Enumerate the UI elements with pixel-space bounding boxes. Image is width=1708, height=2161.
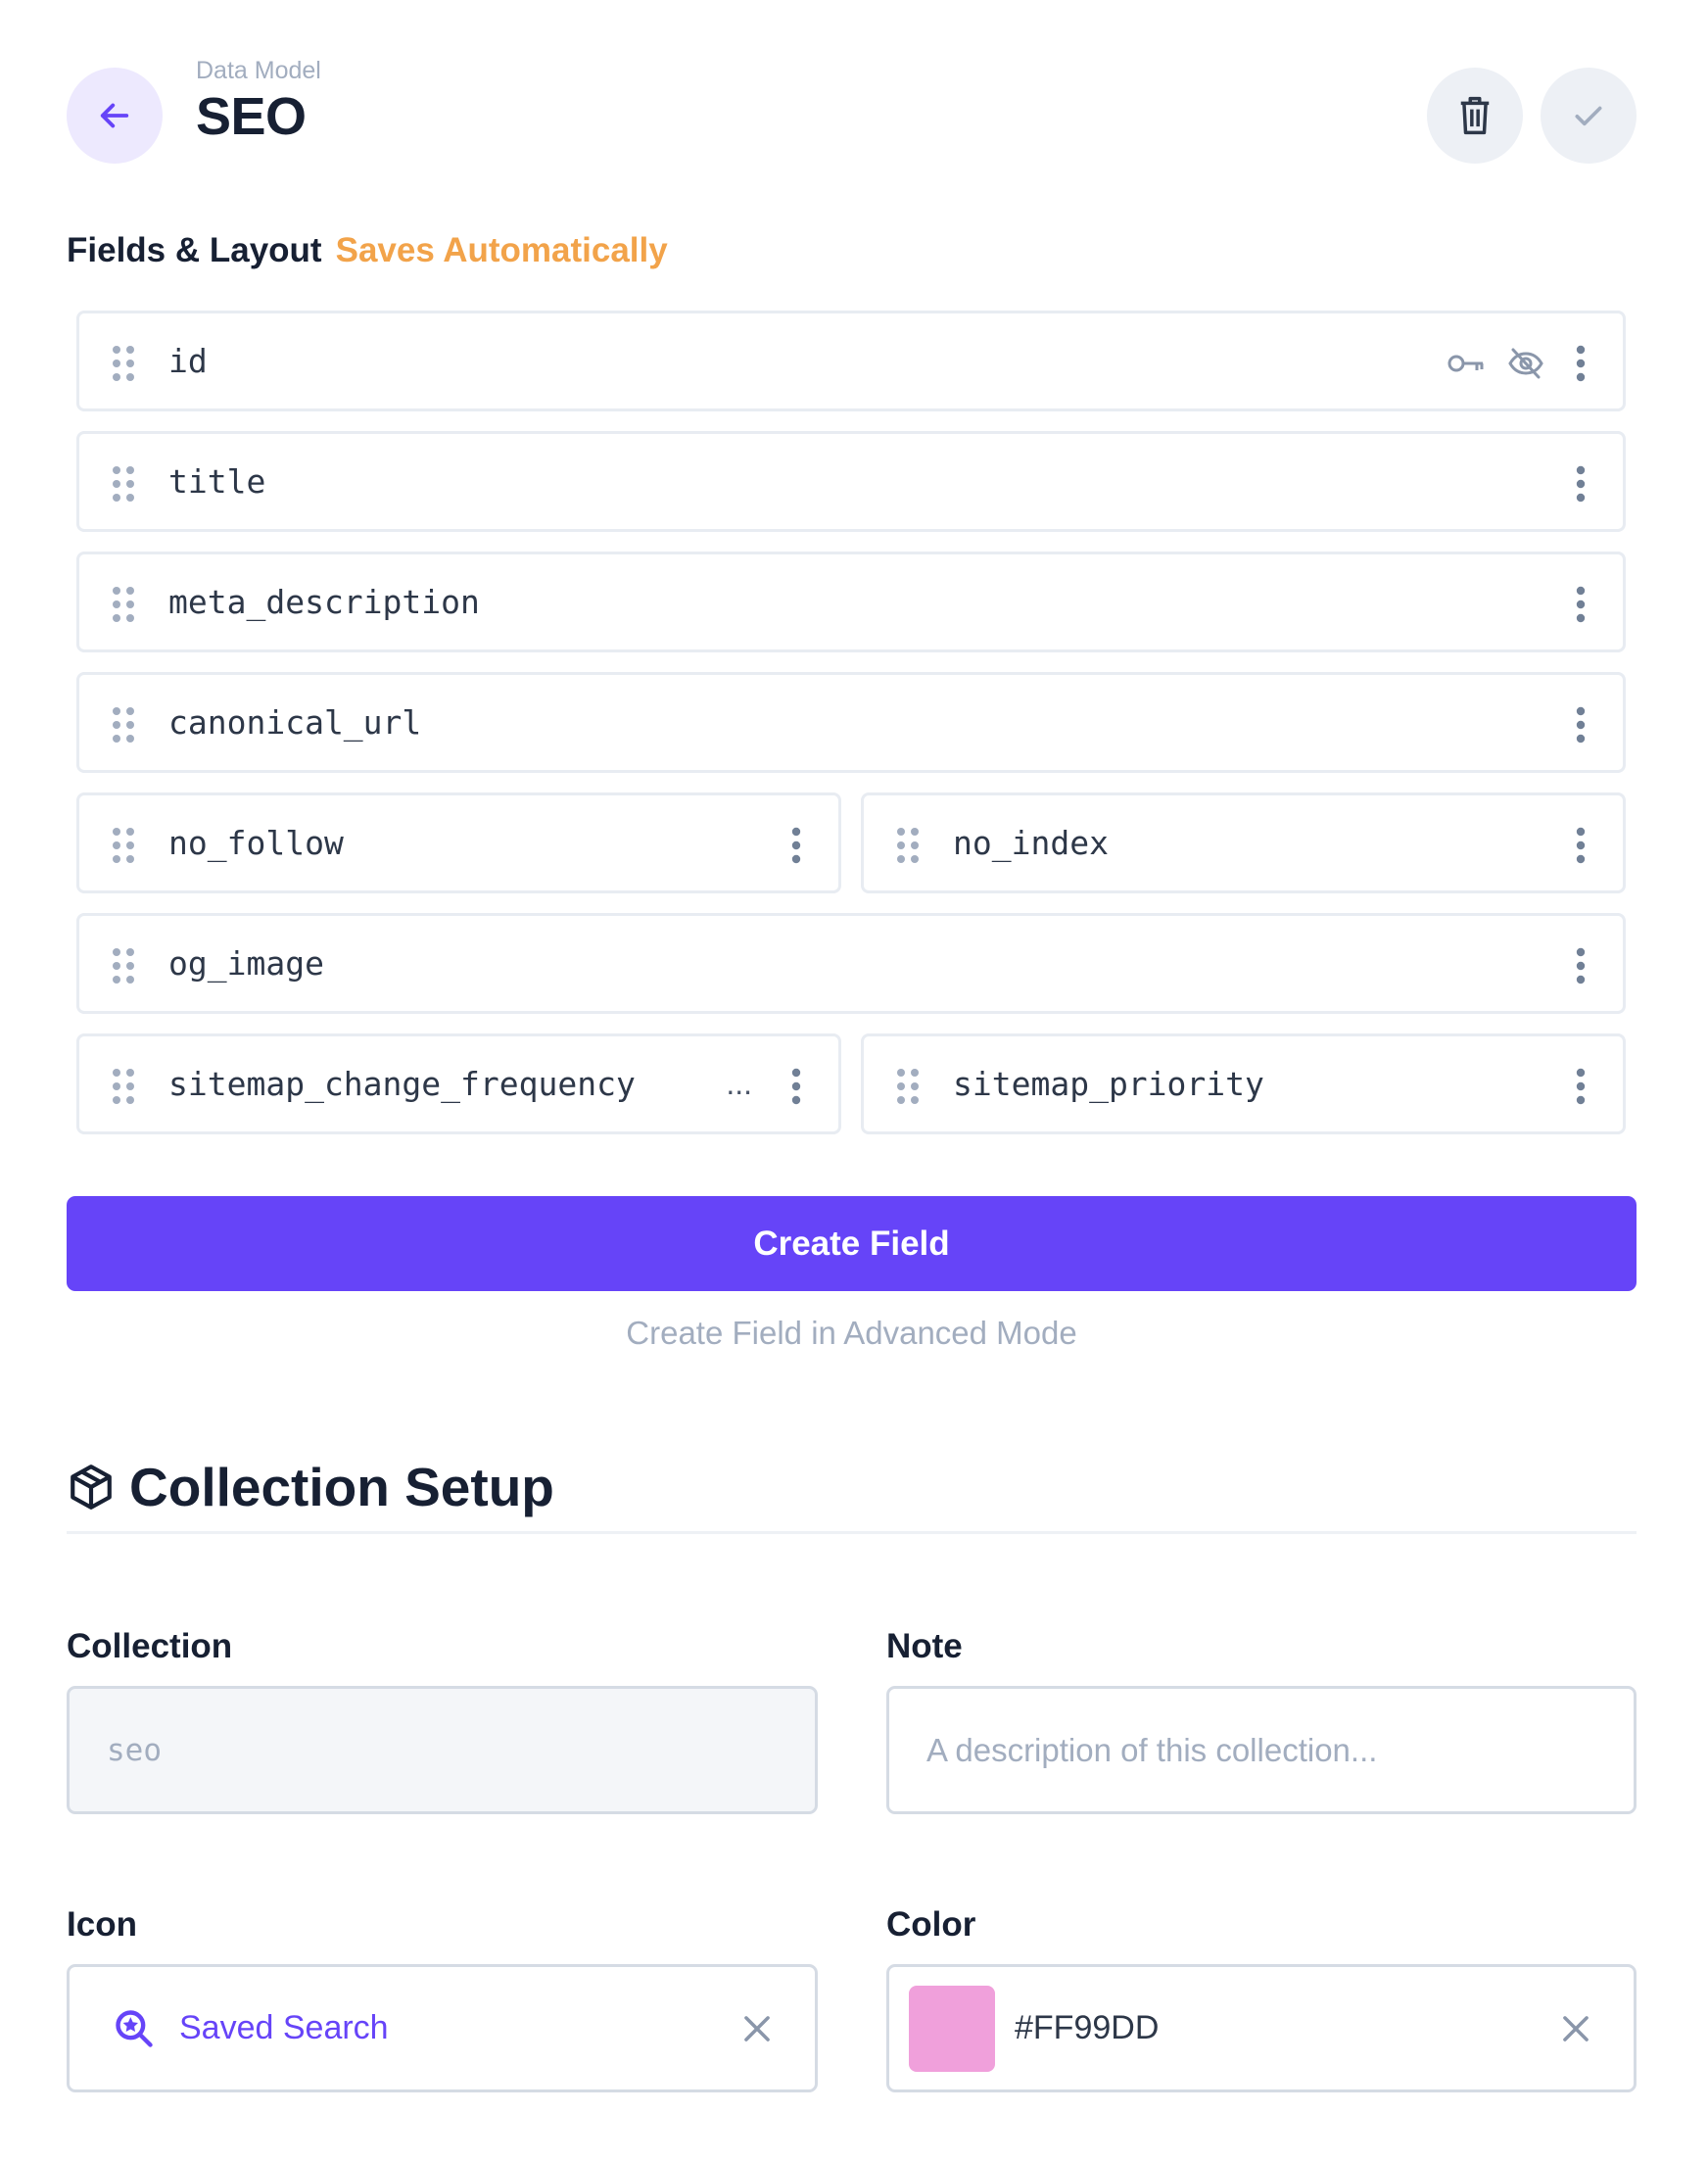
field-row[interactable]: id	[76, 311, 1626, 411]
create-field-advanced-link[interactable]: Create Field in Advanced Mode	[67, 1315, 1637, 1352]
icon-label: Icon	[67, 1905, 137, 1944]
field-name: og_image	[168, 944, 324, 983]
more-vertical-icon[interactable]	[1576, 947, 1586, 989]
drag-handle-icon[interactable]	[111, 345, 136, 387]
collection-label: Collection	[67, 1627, 233, 1665]
drag-handle-icon[interactable]	[111, 465, 136, 507]
note-input[interactable]: A description of this collection...	[886, 1686, 1637, 1814]
drag-handle-icon[interactable]	[895, 827, 921, 869]
key-icon	[1447, 355, 1484, 372]
collection-setup-heading: Collection Setup	[67, 1456, 554, 1518]
collection-setup-title: Collection Setup	[129, 1457, 554, 1517]
field-row[interactable]: no_follow	[76, 792, 841, 893]
note-label: Note	[886, 1627, 963, 1665]
color-label: Color	[886, 1905, 976, 1944]
field-name: no_index	[953, 824, 1109, 862]
drag-handle-icon[interactable]	[111, 586, 136, 628]
field-overflow-indicator: ...	[726, 1066, 752, 1101]
more-vertical-icon[interactable]	[1576, 586, 1586, 628]
color-value: #FF99DD	[1015, 2009, 1160, 2046]
more-vertical-icon[interactable]	[1576, 345, 1586, 387]
field-name: no_follow	[168, 824, 344, 862]
drag-handle-icon[interactable]	[111, 706, 136, 748]
save-status: Saves Automatically	[335, 231, 668, 269]
drag-handle-icon[interactable]	[111, 827, 136, 869]
fields-layout-heading: Fields & Layout Saves Automatically	[67, 231, 668, 270]
field-name: canonical_url	[168, 703, 422, 742]
field-name: title	[168, 462, 266, 501]
more-vertical-icon[interactable]	[1576, 706, 1586, 748]
page-title: SEO	[196, 87, 307, 146]
field-row[interactable]: sitemap_change_frequency ...	[76, 1033, 841, 1134]
saved-search-icon	[116, 2009, 153, 2047]
drag-handle-icon[interactable]	[111, 947, 136, 989]
check-icon	[1575, 106, 1602, 126]
field-name: id	[168, 342, 208, 380]
back-button[interactable]	[67, 68, 163, 164]
field-row[interactable]: og_image	[76, 913, 1626, 1014]
field-row[interactable]: canonical_url	[76, 672, 1626, 773]
more-vertical-icon[interactable]	[791, 827, 801, 869]
field-row[interactable]: meta_description	[76, 552, 1626, 652]
field-name: sitemap_change_frequency	[168, 1065, 636, 1103]
close-icon[interactable]	[1557, 2010, 1594, 2052]
breadcrumb: Data Model	[196, 57, 321, 84]
collection-value: seo	[107, 1732, 162, 1768]
icon-value: Saved Search	[179, 2009, 389, 2046]
field-row[interactable]: sitemap_priority	[861, 1033, 1626, 1134]
arrow-left-icon	[100, 103, 129, 128]
delete-button[interactable]	[1427, 68, 1523, 164]
more-vertical-icon[interactable]	[1576, 1068, 1586, 1110]
field-name: sitemap_priority	[953, 1065, 1264, 1103]
more-vertical-icon[interactable]	[1576, 465, 1586, 507]
field-status-icons	[1447, 347, 1544, 380]
more-vertical-icon[interactable]	[1576, 827, 1586, 869]
field-row[interactable]: title	[76, 431, 1626, 532]
field-name: meta_description	[168, 583, 480, 621]
field-row[interactable]: no_index	[861, 792, 1626, 893]
create-field-button[interactable]: Create Field	[67, 1196, 1637, 1291]
box-icon	[71, 1465, 112, 1510]
drag-handle-icon[interactable]	[895, 1068, 921, 1110]
icon-input[interactable]: Saved Search	[67, 1964, 818, 2092]
drag-handle-icon[interactable]	[111, 1068, 136, 1110]
eye-off-icon	[1508, 348, 1543, 379]
confirm-button[interactable]	[1541, 68, 1637, 164]
trash-icon	[1460, 96, 1490, 135]
collection-input[interactable]: seo	[67, 1686, 818, 1814]
fields-layout-label: Fields & Layout	[67, 231, 322, 269]
color-input[interactable]: #FF99DD	[886, 1964, 1637, 2092]
more-vertical-icon[interactable]	[791, 1068, 801, 1110]
section-divider	[67, 1531, 1637, 1534]
note-placeholder: A description of this collection...	[926, 1731, 1378, 1768]
close-icon[interactable]	[738, 2010, 776, 2052]
color-swatch[interactable]	[909, 1985, 995, 2072]
